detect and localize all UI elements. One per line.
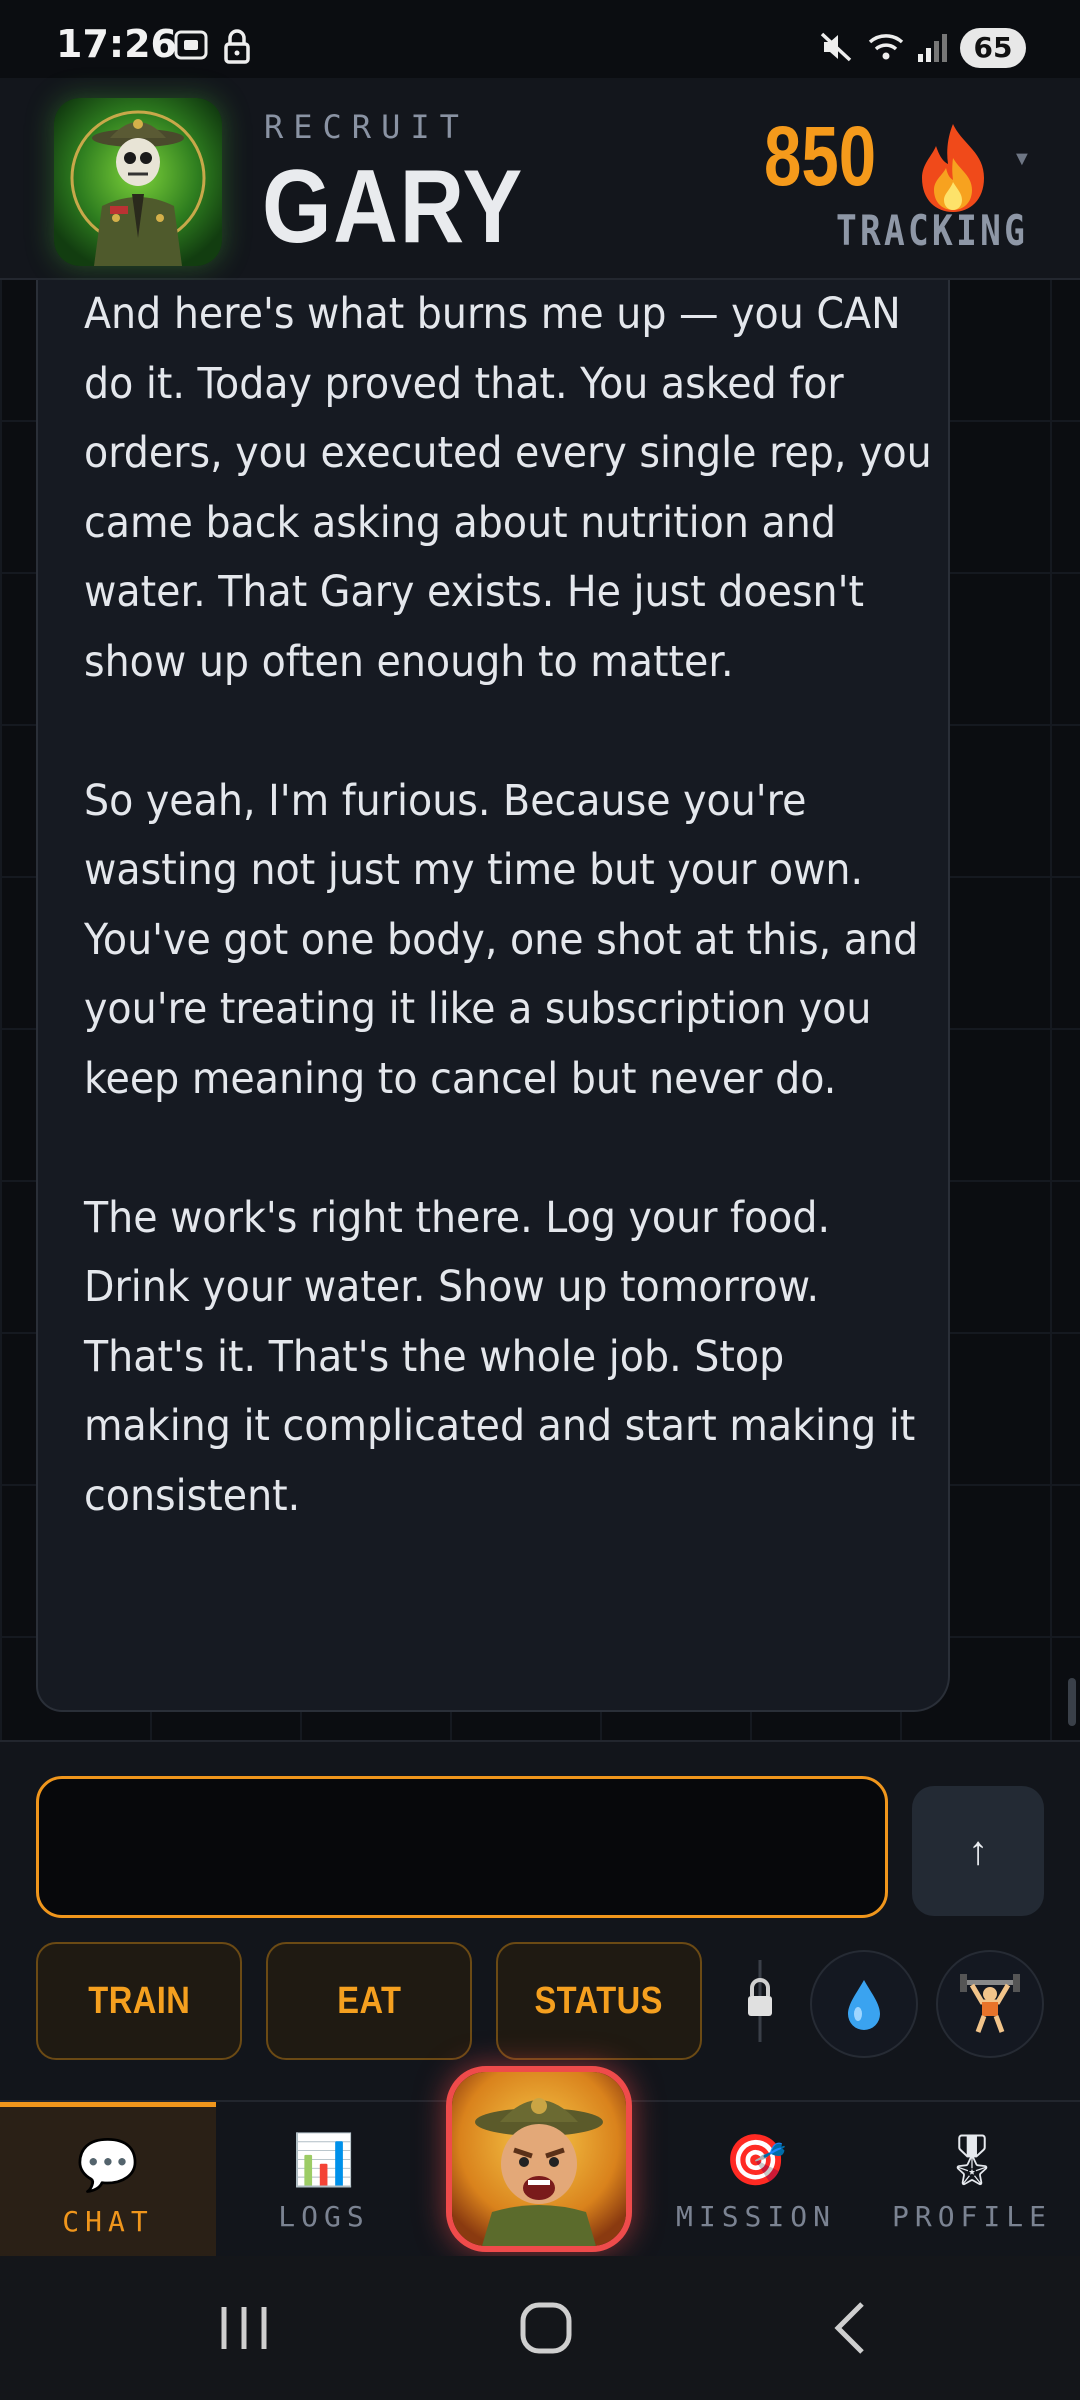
drill-sergeant-button[interactable] [446, 2066, 632, 2252]
water-drop-icon [848, 1980, 880, 2030]
recruit-avatar[interactable] [54, 98, 222, 266]
quick-status-label: STATUS [534, 1980, 664, 2022]
quick-train-label: TRAIN [87, 1980, 190, 2022]
nav-mission-label: MISSION [675, 2200, 836, 2233]
streak-score[interactable]: 850 [764, 108, 876, 205]
nav-chat-label: CHAT [62, 2205, 154, 2238]
home-icon [520, 2302, 572, 2354]
quick-eat-button[interactable]: EAT [266, 1942, 472, 2060]
target-icon: 🎯 [724, 2132, 788, 2188]
weightlifter-icon [960, 1974, 1020, 2033]
lock-icon [224, 29, 250, 64]
chat-scrollbar[interactable] [1068, 1678, 1076, 1726]
home-button[interactable] [486, 2256, 606, 2400]
speech-bubble-icon: 💬 [76, 2137, 140, 2193]
chat-thread[interactable]: And here's what burns me up — you CAN do… [0, 280, 1080, 1740]
nav-profile[interactable]: 🎖 PROFILE [864, 2102, 1080, 2258]
back-chevron-icon [834, 2302, 864, 2354]
message-input[interactable] [36, 1776, 888, 1918]
nav-logs[interactable]: 📊 LOGS [216, 2102, 432, 2258]
bottom-navigation: 💬 CHAT 📊 LOGS 🎯 MISSION 🎖 PROFILE [0, 2066, 1080, 2258]
mute-icon [820, 32, 852, 62]
quick-train-button[interactable]: TRAIN [36, 1942, 242, 2060]
recruit-rank: RECRUIT [264, 108, 469, 146]
quick-eat-label: EAT [336, 1980, 402, 2022]
bar-chart-icon: 📊 [292, 2132, 356, 2188]
message-composer: ↑ TRAIN EAT STATUS [0, 1740, 1080, 2100]
medal-icon: 🎖 [940, 2132, 1004, 2188]
recent-apps-button[interactable] [184, 2256, 304, 2400]
quick-status-button[interactable]: STATUS [496, 1942, 702, 2060]
nav-profile-label: PROFILE [891, 2200, 1052, 2233]
tracking-label: TRACKING [836, 206, 1029, 255]
coach-message-text: And here's what burns me up — you CAN do… [84, 289, 932, 1521]
battery-indicator: 65 [960, 28, 1026, 68]
nav-chat[interactable]: 💬 CHAT [0, 2102, 216, 2258]
screenshot-icon [174, 30, 208, 60]
nav-logs-label: LOGS [278, 2200, 370, 2233]
back-button[interactable] [790, 2256, 910, 2400]
app-header: RECRUIT GARY 850 ▼ TRACKING [0, 78, 1080, 280]
workout-button[interactable] [936, 1950, 1044, 2058]
chevron-down-icon[interactable]: ▼ [1012, 148, 1032, 171]
status-time: 17:26 [56, 22, 177, 66]
recruit-name: GARY [262, 149, 524, 265]
signal-icon [918, 34, 947, 62]
send-button[interactable]: ↑ [912, 1786, 1044, 1916]
skeleton-soldier-avatar-icon [54, 98, 222, 266]
drill-sergeant-avatar-icon [452, 2072, 626, 2246]
nav-mission[interactable]: 🎯 MISSION [648, 2102, 864, 2258]
coach-message-bubble: And here's what burns me up — you CAN do… [36, 280, 950, 1712]
system-navigation-bar [0, 2256, 1080, 2400]
flame-icon [922, 124, 984, 212]
status-bar: 17:26 65 [0, 0, 1080, 78]
water-button[interactable] [810, 1950, 918, 2058]
wifi-icon [868, 34, 904, 60]
recent-apps-icon [221, 2307, 267, 2349]
padlock-icon[interactable] [740, 1960, 780, 2042]
